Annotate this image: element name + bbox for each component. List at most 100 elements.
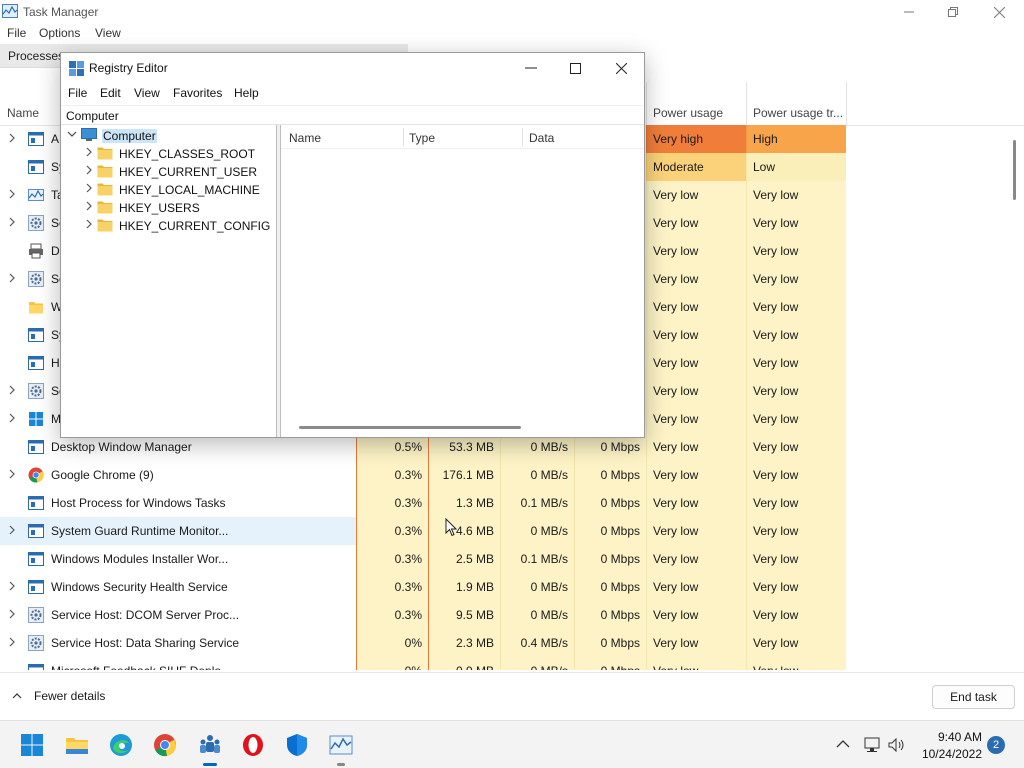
chevron-right-icon[interactable] (85, 147, 95, 160)
chevron-right-icon[interactable] (85, 219, 95, 232)
app-window-icon (28, 327, 44, 343)
process-row[interactable]: Host Process for Windows Tasks 0.3% 1.3 MB… (0, 489, 1012, 517)
column-header-name[interactable]: Name (7, 106, 39, 120)
computer-icon (81, 128, 97, 141)
re-maximize-button[interactable] (552, 53, 598, 83)
chevron-right-icon[interactable] (8, 581, 18, 593)
task-manager-icon[interactable] (329, 733, 353, 757)
chevron-down-icon[interactable] (67, 129, 77, 142)
gear-icon (28, 383, 44, 399)
re-menu-view[interactable]: View (134, 86, 160, 100)
chevron-right-icon[interactable] (85, 165, 95, 178)
re-menu-file[interactable]: File (68, 86, 87, 100)
tree-node-hive[interactable]: HKEY_CURRENT_USER (85, 163, 270, 181)
vertical-scrollbar[interactable] (1013, 140, 1016, 200)
process-row[interactable]: Windows Modules Installer Wor... 0.3% 2.5 … (0, 545, 1012, 573)
chevron-right-icon[interactable] (8, 189, 18, 201)
volume-icon[interactable] (888, 737, 906, 753)
chevron-right-icon[interactable] (85, 201, 95, 214)
minimize-button[interactable] (886, 0, 932, 24)
process-name: Service Host: DCOM Server Proc... (51, 608, 240, 622)
menu-view[interactable]: View (95, 26, 121, 40)
memory-value: 1.9 MB (455, 580, 494, 594)
address-bar[interactable]: Computer (61, 105, 644, 125)
process-row[interactable]: Service Host: Data Sharing Service 0% 2.3 … (0, 629, 1012, 657)
chevron-right-icon[interactable] (8, 525, 18, 537)
re-menu-help[interactable]: Help (234, 86, 259, 100)
fewer-details-link[interactable]: Fewer details (34, 689, 105, 703)
task-manager-icon (2, 4, 18, 18)
taskbar: 9:40 AM 10/24/2022 2 (0, 720, 1024, 768)
re-menu-edit[interactable]: Edit (100, 86, 121, 100)
file-explorer-icon[interactable] (65, 733, 89, 757)
process-row[interactable]: Service Host: DCOM Server Proc... 0.3% 9.5… (0, 601, 1012, 629)
network-icon[interactable] (864, 737, 882, 753)
values-column-type[interactable]: Type (409, 131, 435, 145)
chevron-right-icon[interactable] (8, 413, 18, 425)
chrome-icon[interactable] (153, 733, 177, 757)
chevron-right-icon[interactable] (8, 385, 18, 397)
address-text[interactable]: Computer (66, 109, 119, 123)
start-icon[interactable] (20, 733, 44, 757)
tree-node-computer[interactable]: Computer (67, 127, 267, 145)
process-row[interactable]: Google Chrome (9) 0.3% 176.1 MB 0 MB/s 0 Mbp… (0, 461, 1012, 489)
process-row[interactable]: Windows Security Health Service 0.3% 1.9 M… (0, 573, 1012, 601)
tree-node-hive[interactable]: HKEY_CLASSES_ROOT (85, 145, 270, 163)
opera-icon[interactable] (241, 733, 265, 757)
restore-button[interactable] (930, 0, 976, 24)
power-trend-value: Very low (753, 272, 799, 286)
chevron-up-icon[interactable] (12, 689, 22, 703)
clock-time[interactable]: 9:40 AM (930, 730, 982, 744)
tree-label: HKEY_CURRENT_CONFIG (119, 219, 271, 233)
chevron-right-icon[interactable] (8, 469, 18, 481)
notification-badge[interactable]: 2 (987, 736, 1005, 754)
tree-node-hive[interactable]: HKEY_LOCAL_MACHINE (85, 181, 270, 199)
task-manager-titlebar[interactable]: Task Manager (0, 0, 1024, 24)
re-minimize-button[interactable] (508, 53, 554, 83)
edge-icon[interactable] (109, 733, 133, 757)
re-close-button[interactable] (598, 53, 644, 83)
minimize-icon (904, 11, 914, 13)
process-row[interactable]: System Guard Runtime Monitor... 0.3% 4.6 M… (0, 517, 1012, 545)
network-cell: 0 Mbps (574, 601, 646, 629)
menu-file[interactable]: File (7, 26, 26, 40)
disk-cell: 0 MB/s (500, 517, 574, 545)
menu-options[interactable]: Options (39, 26, 80, 40)
process-name: A (51, 132, 60, 146)
tab-processes[interactable]: Processes (8, 49, 64, 63)
close-icon (615, 62, 627, 74)
chevron-right-icon[interactable] (8, 133, 18, 145)
values-column-data[interactable]: Data (529, 131, 554, 145)
tree-node-hive[interactable]: HKEY_USERS (85, 199, 270, 217)
re-menu-favorites[interactable]: Favorites (173, 86, 222, 100)
teams-icon[interactable] (198, 733, 222, 757)
power-trend-value: Very low (753, 664, 798, 670)
task-manager-icon (28, 187, 44, 203)
clock-date[interactable]: 10/24/2022 (912, 747, 982, 761)
tree-node-hive[interactable]: HKEY_CURRENT_CONFIG (85, 217, 270, 235)
chevron-up-icon[interactable] (836, 736, 850, 752)
power-trend-value: Very low (753, 552, 799, 566)
column-header-power-usage-trend[interactable]: Power usage tr... (753, 106, 843, 120)
power-usage-value: Very low (653, 244, 699, 258)
windows-security-icon[interactable] (285, 733, 309, 757)
memory-cell: 176.1 MB (428, 461, 500, 489)
app-window-icon (28, 663, 44, 670)
chevron-right-icon[interactable] (8, 637, 18, 649)
values-column-name[interactable]: Name (289, 131, 321, 145)
end-task-button[interactable]: End task (932, 685, 1015, 709)
app-window-icon (28, 551, 44, 567)
horizontal-scrollbar[interactable] (299, 426, 521, 429)
chevron-right-icon[interactable] (8, 217, 18, 229)
memory-cell: 9.5 MB (428, 601, 500, 629)
power-trend-value: Very low (753, 440, 799, 454)
registry-editor-titlebar[interactable]: Registry Editor (61, 53, 644, 83)
column-header-power-usage[interactable]: Power usage (653, 106, 723, 120)
chevron-right-icon[interactable] (8, 273, 18, 285)
close-button[interactable] (976, 0, 1022, 24)
chevron-right-icon[interactable] (8, 609, 18, 621)
process-row[interactable]: Microsoft Feedback SIUF Deplo... 0% 0.9 MB… (0, 657, 1012, 670)
maximize-icon (569, 62, 581, 74)
tree-label: HKEY_CURRENT_USER (119, 165, 258, 179)
chevron-right-icon[interactable] (85, 183, 95, 196)
